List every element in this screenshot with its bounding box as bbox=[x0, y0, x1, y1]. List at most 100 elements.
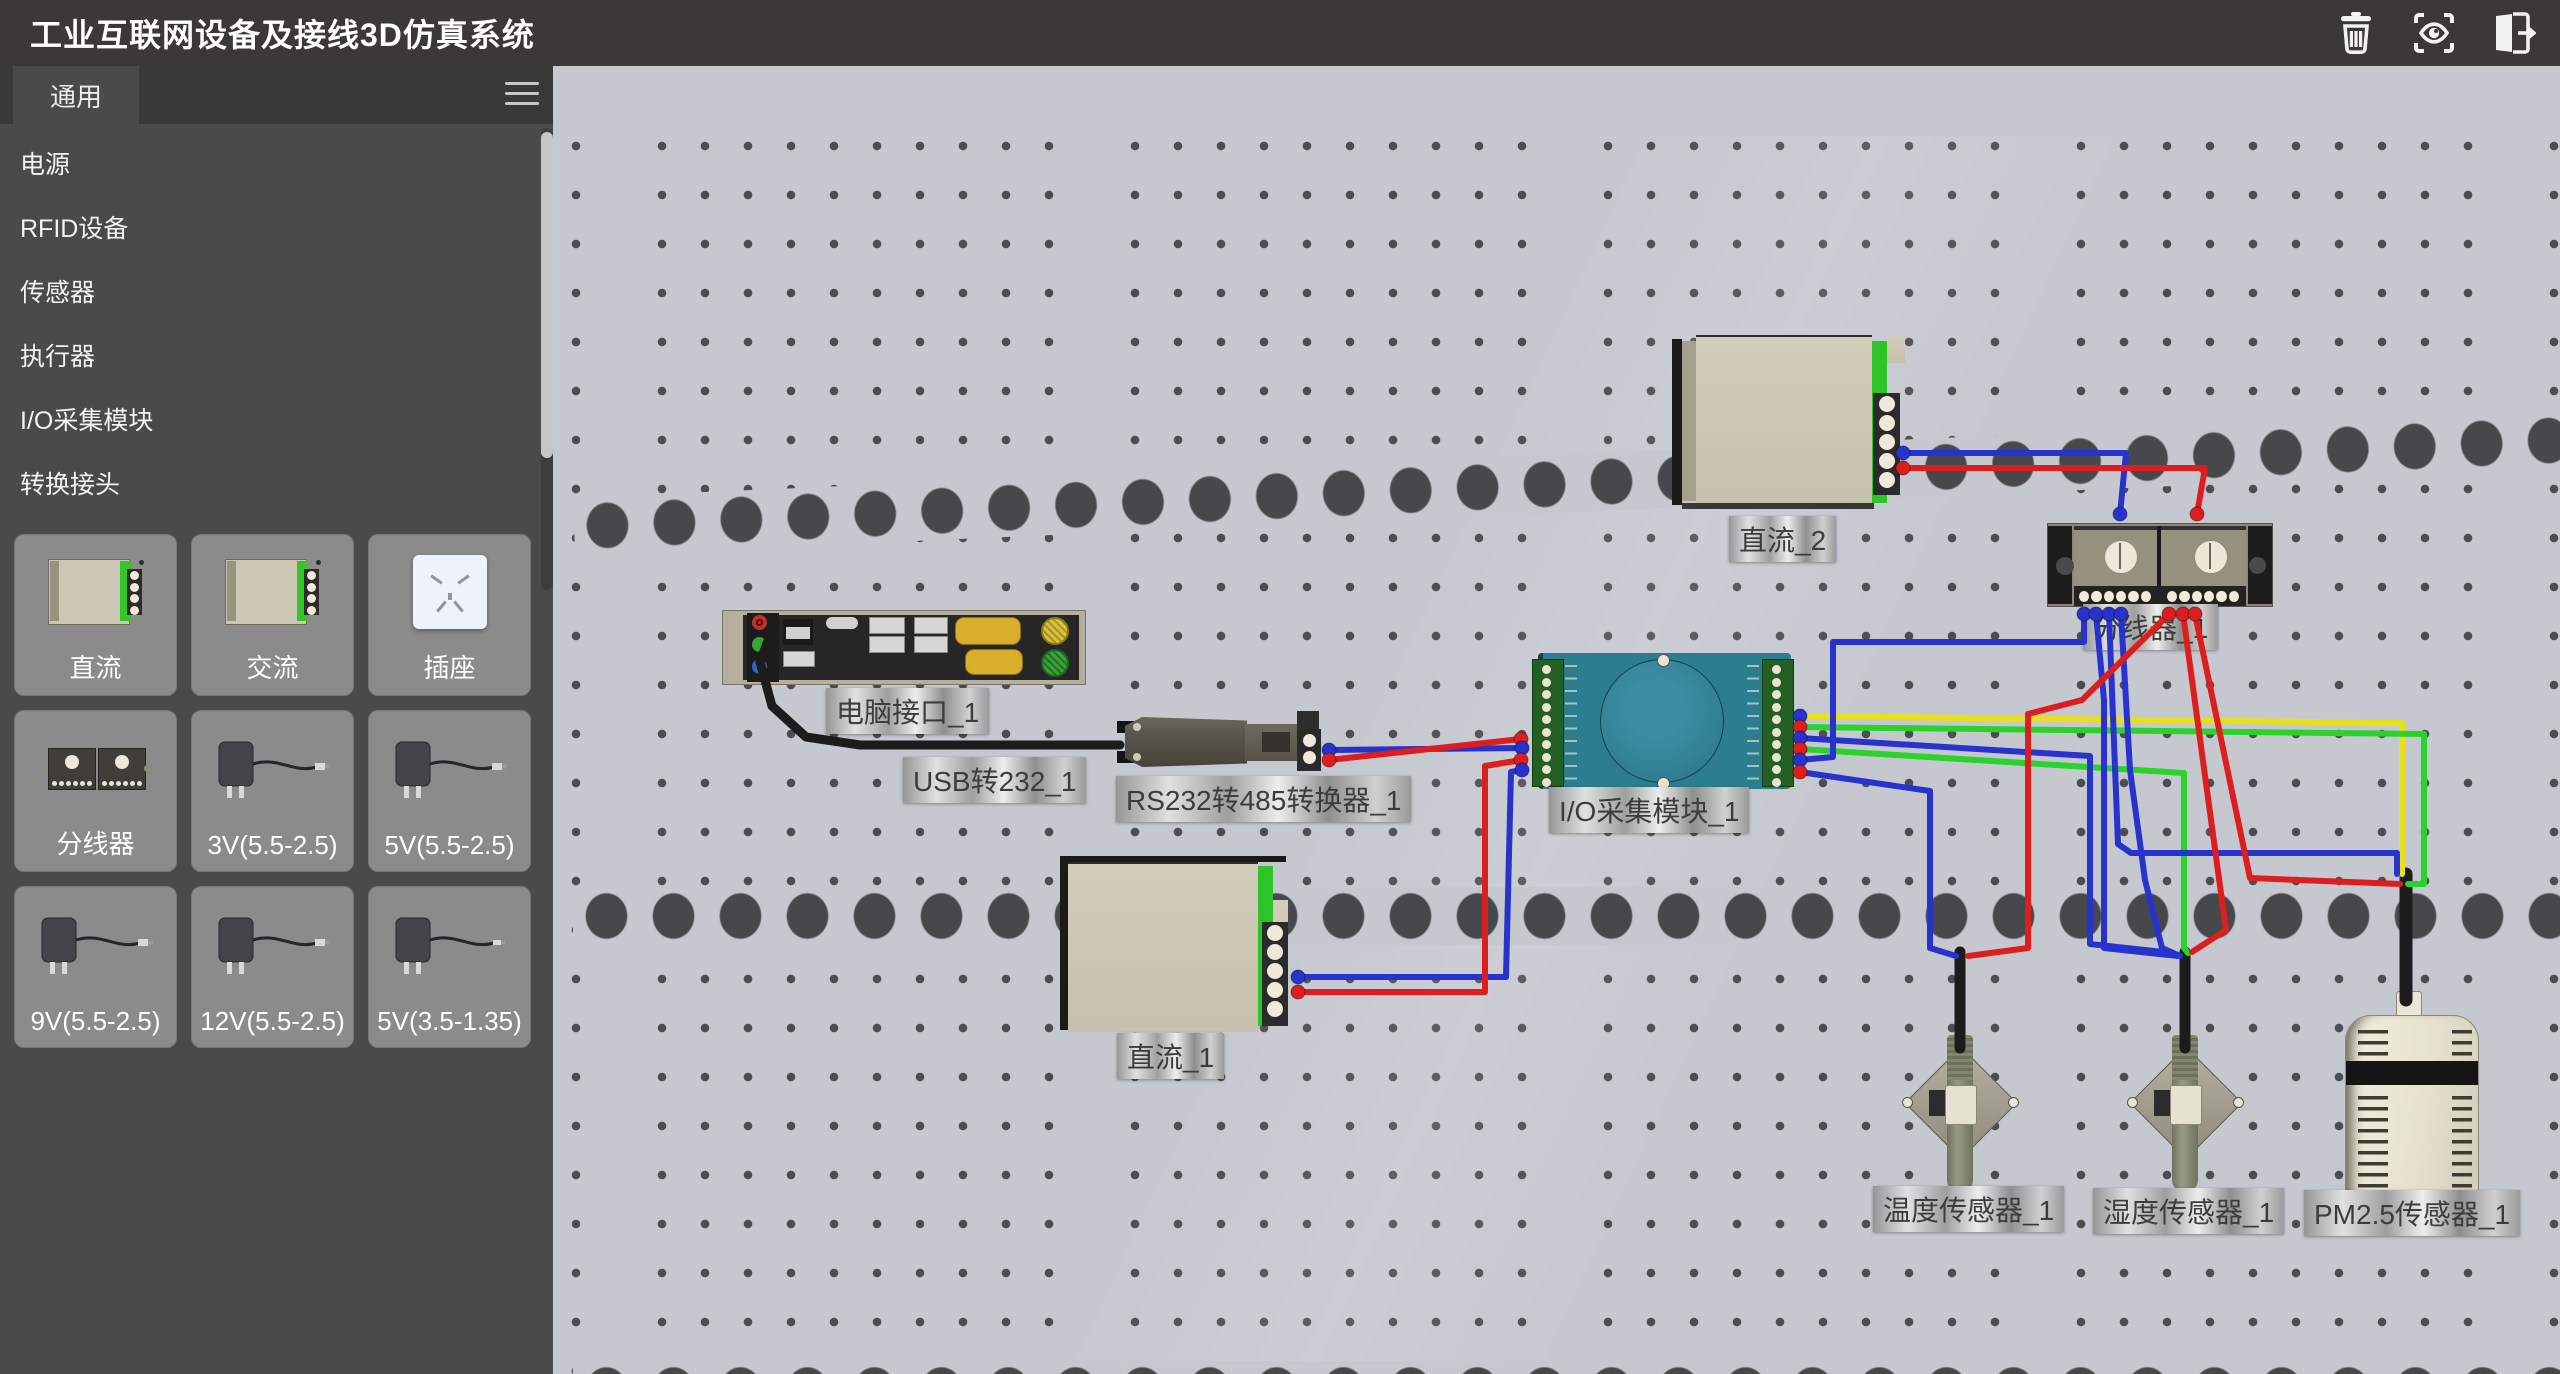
pm25-vent bbox=[2358, 1096, 2388, 1196]
eye-scan-icon[interactable] bbox=[2410, 9, 2458, 57]
category-list: 电源 RFID设备 传感器 执行器 I/O采集模块 转换接头 bbox=[0, 124, 540, 517]
app-title: 工业互联网设备及接线3D仿真系统 bbox=[30, 10, 535, 56]
dc2-body bbox=[1696, 335, 1872, 509]
rs485-screw bbox=[1133, 723, 1141, 731]
device-label-pc: 电脑接口_1 bbox=[826, 688, 989, 734]
io-terminal-text bbox=[1565, 665, 1577, 783]
device-rs485-converter[interactable] bbox=[1117, 713, 1319, 771]
io-circle bbox=[1600, 659, 1724, 783]
sidebar-item-rfid[interactable]: RFID设备 bbox=[0, 197, 540, 261]
card-label: 5V(3.5-1.35) bbox=[377, 1006, 522, 1037]
adapter-thumbnail-icon bbox=[390, 912, 510, 982]
card-label: 9V(5.5-2.5) bbox=[30, 1006, 160, 1037]
splitter-terminals bbox=[2167, 591, 2239, 602]
rs485-screw bbox=[1133, 753, 1141, 761]
hamburger-menu-icon[interactable] bbox=[505, 82, 539, 108]
splitter-knob bbox=[2194, 540, 2228, 574]
sidebar-item-power[interactable]: 电源 bbox=[0, 133, 540, 197]
splitter-thumbnail-icon bbox=[44, 746, 148, 790]
tab-general[interactable]: 通用 bbox=[13, 66, 139, 124]
device-label-dc2: 直流_2 bbox=[1729, 516, 1836, 562]
splitter-hole-right bbox=[2249, 557, 2266, 574]
device-label-splitter: 分线器_1 bbox=[2083, 604, 2218, 650]
sidebar-tabbar: 通用 bbox=[0, 66, 553, 124]
dc1-edge bbox=[1060, 862, 1068, 1030]
socket-thumbnail-icon bbox=[413, 555, 487, 629]
pc-ps2-yellow bbox=[1041, 617, 1069, 645]
trash-icon[interactable] bbox=[2332, 9, 2380, 57]
device-dc1[interactable] bbox=[1060, 856, 1288, 1036]
dc2-strip bbox=[1682, 341, 1696, 501]
card-label: 直流 bbox=[69, 648, 121, 685]
card-adapter-5v-mini[interactable]: 5V(3.5-1.35) bbox=[368, 886, 531, 1048]
card-adapter-12v[interactable]: 12V(5.5-2.5) bbox=[191, 886, 354, 1048]
card-adapter-5v[interactable]: 5V(5.5-2.5) bbox=[368, 710, 531, 872]
dc2-edge bbox=[1672, 339, 1682, 505]
pc-usb-tongue bbox=[786, 627, 810, 639]
device-pm25-sensor[interactable] bbox=[2343, 1013, 2479, 1219]
card-dc-power[interactable]: 直流 bbox=[14, 534, 177, 696]
temp-collar bbox=[1945, 1085, 1977, 1125]
device-label-usb232: USB转232_1 bbox=[903, 757, 1086, 803]
pc-usb-port bbox=[869, 617, 905, 634]
hum-collar bbox=[2170, 1085, 2202, 1125]
ac-power-thumbnail-icon bbox=[223, 555, 323, 629]
sidebar-item-adapter[interactable]: 转换接头 bbox=[0, 453, 540, 517]
rs485-dip bbox=[1297, 711, 1319, 729]
dc2-tab bbox=[1887, 335, 1905, 363]
hum-mount-hole bbox=[2127, 1097, 2138, 1108]
card-label: 插座 bbox=[423, 648, 475, 685]
device-label-hum: 湿度传感器_1 bbox=[2093, 1188, 2284, 1234]
scrollbar-thumb[interactable] bbox=[541, 132, 553, 458]
sidebar-item-actuator[interactable]: 执行器 bbox=[0, 325, 540, 389]
card-adapter-9v[interactable]: 9V(5.5-2.5) bbox=[14, 886, 177, 1048]
card-ac-power[interactable]: 交流 bbox=[191, 534, 354, 696]
device-label-dc1: 直流_1 bbox=[1117, 1033, 1224, 1079]
io-screw bbox=[1657, 654, 1670, 667]
exit-icon[interactable] bbox=[2488, 9, 2536, 57]
pm25-body bbox=[2345, 1015, 2479, 1219]
pm25-vent bbox=[2358, 1030, 2388, 1056]
io-terminal-text bbox=[1747, 665, 1759, 783]
device-pc-panel[interactable] bbox=[722, 610, 1086, 685]
sidebar-item-io-module[interactable]: I/O采集模块 bbox=[0, 389, 540, 453]
rs485-window bbox=[1262, 732, 1290, 752]
device-io-module[interactable] bbox=[1532, 651, 1792, 791]
pm25-vent bbox=[2452, 1096, 2472, 1196]
splitter-knob-slot bbox=[2209, 543, 2211, 569]
io-terminal-right bbox=[1762, 659, 1794, 787]
adapter-thumbnail-icon bbox=[213, 736, 333, 806]
card-splitter[interactable]: 分线器 bbox=[14, 710, 177, 872]
pc-usb-port bbox=[783, 651, 815, 667]
device-label-io: I/O采集模块_1 bbox=[1549, 787, 1749, 833]
dc1-terminal-block bbox=[1262, 922, 1288, 1026]
adapter-thumbnail-icon bbox=[390, 736, 510, 806]
card-socket[interactable]: 插座 bbox=[368, 534, 531, 696]
rs485-hood bbox=[1125, 717, 1247, 767]
dc-power-thumbnail-icon bbox=[46, 555, 146, 629]
device-dc2[interactable] bbox=[1672, 335, 1905, 511]
pc-ps2-green bbox=[1041, 649, 1069, 677]
pegboard-bigdots-row bbox=[573, 887, 2560, 945]
splitter-hole-left bbox=[2056, 557, 2074, 575]
card-label: 交流 bbox=[246, 648, 298, 685]
component-palette: 直流 交流 插座 分线器 bbox=[0, 520, 553, 1062]
pc-slot bbox=[826, 617, 858, 629]
splitter-terminals bbox=[2079, 591, 2151, 602]
sidebar: 通用 电源 RFID设备 传感器 执行器 I/O采集模块 转换接头 直流 交流 bbox=[0, 66, 553, 1374]
card-adapter-3v[interactable]: 3V(5.5-2.5) bbox=[191, 710, 354, 872]
rs485-screw-terminal bbox=[1303, 734, 1316, 747]
device-temp-sensor[interactable] bbox=[1895, 1020, 2025, 1200]
device-label-rs485: RS232转485转换器_1 bbox=[1116, 776, 1411, 822]
pegboard-bigdots-row bbox=[573, 1361, 2560, 1374]
temp-mount-hole bbox=[1902, 1097, 1913, 1108]
splitter-knob-slot bbox=[2119, 543, 2121, 569]
dc2-shadow bbox=[1682, 503, 1874, 509]
dc1-body bbox=[1068, 862, 1258, 1032]
dc2-terminal-block bbox=[1873, 393, 1900, 495]
toolbar bbox=[2332, 0, 2536, 66]
sidebar-item-sensor[interactable]: 传感器 bbox=[0, 261, 540, 325]
adapter-thumbnail-icon bbox=[213, 912, 333, 982]
device-splitter[interactable] bbox=[2047, 523, 2273, 607]
device-humidity-sensor[interactable] bbox=[2120, 1020, 2250, 1200]
